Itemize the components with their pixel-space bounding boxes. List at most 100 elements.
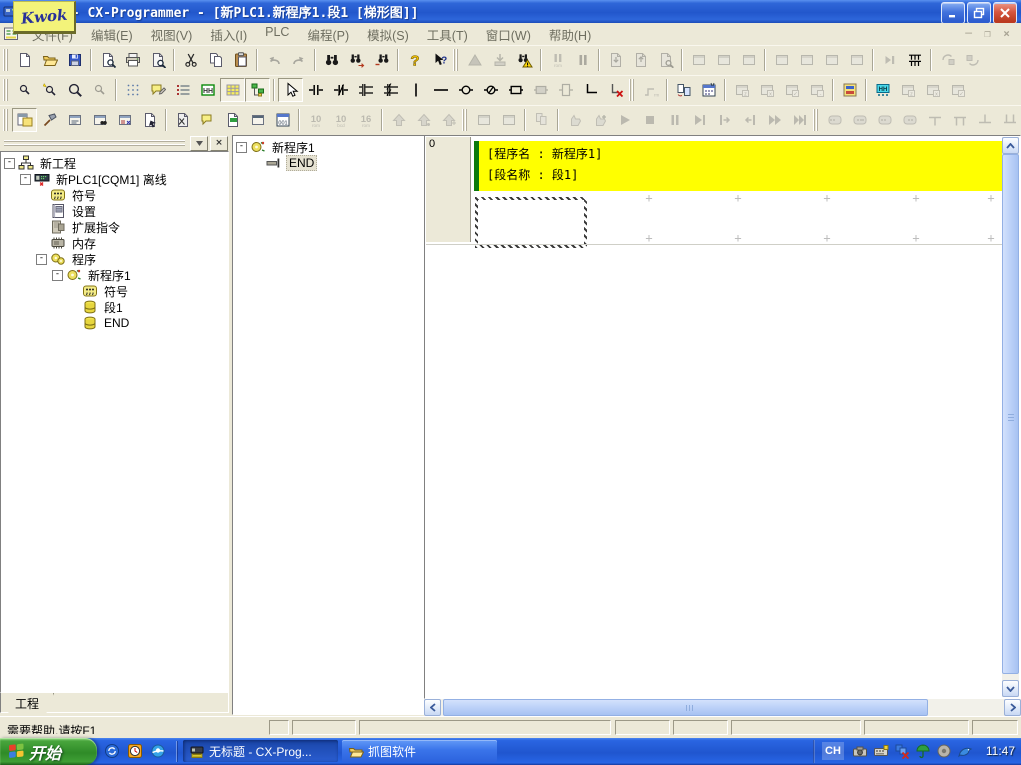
new-file-button[interactable] <box>12 48 37 72</box>
build-button[interactable] <box>37 108 62 132</box>
comment-box-button[interactable] <box>145 78 170 102</box>
project-window-button[interactable] <box>12 108 37 132</box>
io-table-button[interactable]: 001 <box>270 108 295 132</box>
tree-label[interactable]: 扩展指令 <box>70 219 122 236</box>
monitor-hh-button[interactable]: HH <box>195 78 220 102</box>
junction-a-button[interactable] <box>922 108 947 132</box>
transfer-up1-button[interactable] <box>386 108 411 132</box>
save-button[interactable] <box>62 48 87 72</box>
instruction3-button[interactable] <box>553 78 578 102</box>
menu-item-4[interactable]: 插入(I) <box>201 23 256 46</box>
menu-item-7[interactable]: 模拟(S) <box>358 23 418 46</box>
horizontal-scroll-thumb[interactable] <box>443 699 928 716</box>
address-ref-button[interactable] <box>837 78 862 102</box>
vertical-scroll-thumb[interactable] <box>1002 154 1019 674</box>
download-button[interactable] <box>603 48 628 72</box>
open-button[interactable] <box>37 48 62 72</box>
toolbar-gripper[interactable] <box>3 109 10 131</box>
badge-x-button[interactable]: x <box>754 78 779 102</box>
project-tree-item[interactable]: 内存 <box>4 235 228 251</box>
select-tool-button[interactable] <box>278 78 303 102</box>
start-button[interactable]: 开始 <box>0 738 97 765</box>
sim-pause-button[interactable] <box>662 108 687 132</box>
tree-label[interactable]: 新程序1 <box>270 139 317 156</box>
menu-item-9[interactable]: 窗口(W) <box>477 23 540 46</box>
hex-16-button[interactable]: 16rom <box>353 108 378 132</box>
symbol-auto-button[interactable] <box>696 78 721 102</box>
cut-button[interactable] <box>178 48 203 72</box>
io-comment-button[interactable]: HH <box>870 78 895 102</box>
keyboard-icon[interactable] <box>873 743 889 759</box>
clock-icon[interactable] <box>127 743 143 759</box>
coil-closed-button[interactable] <box>478 78 503 102</box>
force-status-button[interactable] <box>736 48 761 72</box>
rung-list-button[interactable] <box>170 78 195 102</box>
sim-step-out-button[interactable] <box>737 108 762 132</box>
properties-button[interactable] <box>137 108 162 132</box>
print-preview-button[interactable] <box>145 48 170 72</box>
scroll-right-button[interactable] <box>1004 699 1021 716</box>
pause-hand2-button[interactable] <box>587 108 612 132</box>
project-tree-item[interactable]: -程序 <box>4 251 228 267</box>
contact-or-nc-button[interactable] <box>378 78 403 102</box>
language-indicator[interactable]: CH <box>822 742 844 760</box>
instruction2-button[interactable] <box>528 78 553 102</box>
badge2-z-button[interactable]: z <box>895 78 920 102</box>
project-tree-item[interactable]: 设置 <box>4 203 228 219</box>
panel-dropdown-button[interactable] <box>190 136 208 151</box>
mode-program-button[interactable] <box>769 48 794 72</box>
contact-no-button[interactable] <box>303 78 328 102</box>
task-button-1[interactable]: 无标题 - CX-Prog... <box>183 740 338 762</box>
tree-label[interactable]: 程序 <box>70 251 98 268</box>
badge2-v-button[interactable]: ✓ <box>945 78 970 102</box>
ladder-cursor-cell[interactable] <box>475 197 587 248</box>
section-insert-button[interactable] <box>220 108 245 132</box>
badge-z-button[interactable]: z <box>729 78 754 102</box>
paste-button[interactable] <box>228 48 253 72</box>
toolbar-gripper[interactable] <box>3 49 10 71</box>
dec-10b-button[interactable]: 10bcd <box>328 108 353 132</box>
mode-monitor-button[interactable] <box>819 48 844 72</box>
tree-label[interactable]: 新PLC1[CQM1] 离线 <box>54 171 169 188</box>
mode-debug-button[interactable] <box>794 48 819 72</box>
project-tree-item[interactable]: -新工程 <box>4 155 228 171</box>
find-button[interactable] <box>319 48 344 72</box>
horizontal-scrollbar[interactable] <box>424 699 1021 716</box>
transfer-up3-button[interactable] <box>436 108 461 132</box>
step-button[interactable] <box>877 48 902 72</box>
menu-item-2[interactable]: 编辑(E) <box>82 23 142 46</box>
online-edit-button[interactable]: rom <box>545 48 570 72</box>
section-cut-button[interactable] <box>170 108 195 132</box>
zoom-custom-button[interactable] <box>62 78 87 102</box>
local-window-button[interactable] <box>245 108 270 132</box>
close-button[interactable] <box>993 2 1017 24</box>
menu-item-3[interactable]: 视图(V) <box>142 23 202 46</box>
grid-toggle-button[interactable] <box>120 78 145 102</box>
sync-icon[interactable] <box>104 743 120 759</box>
tree-label[interactable]: 符号 <box>102 283 130 300</box>
sim-end-button[interactable] <box>787 108 812 132</box>
vertical-line-button[interactable] <box>403 78 428 102</box>
compile-button[interactable] <box>462 48 487 72</box>
contact-nc-button[interactable] <box>328 78 353 102</box>
monitor-button[interactable] <box>711 48 736 72</box>
tree-label[interactable]: 设置 <box>70 203 98 220</box>
task-button-2[interactable]: 抓图软件 <box>342 740 497 762</box>
tree-label[interactable]: 内存 <box>70 235 98 252</box>
toolbar-gripper[interactable] <box>453 49 460 71</box>
output-window-button[interactable] <box>62 108 87 132</box>
tree-expander-minus[interactable]: - <box>52 270 63 281</box>
watch-window-button[interactable] <box>87 108 112 132</box>
comment-tag-button[interactable] <box>195 108 220 132</box>
project-tree-item[interactable]: -新PLC1[CQM1] 离线 <box>4 171 228 187</box>
tree-label[interactable]: 新工程 <box>38 155 78 172</box>
transfer-up2-button[interactable] <box>411 108 436 132</box>
project-tree-item[interactable]: 段1 <box>4 299 228 315</box>
help-button[interactable]: ? <box>402 48 427 72</box>
block-view-button[interactable] <box>245 78 270 102</box>
grid-yellow-button[interactable] <box>220 78 245 102</box>
sim-stop-button[interactable] <box>637 108 662 132</box>
sim-step-in-button[interactable] <box>712 108 737 132</box>
window-b-button[interactable] <box>496 108 521 132</box>
tree-label[interactable]: END <box>102 316 131 330</box>
